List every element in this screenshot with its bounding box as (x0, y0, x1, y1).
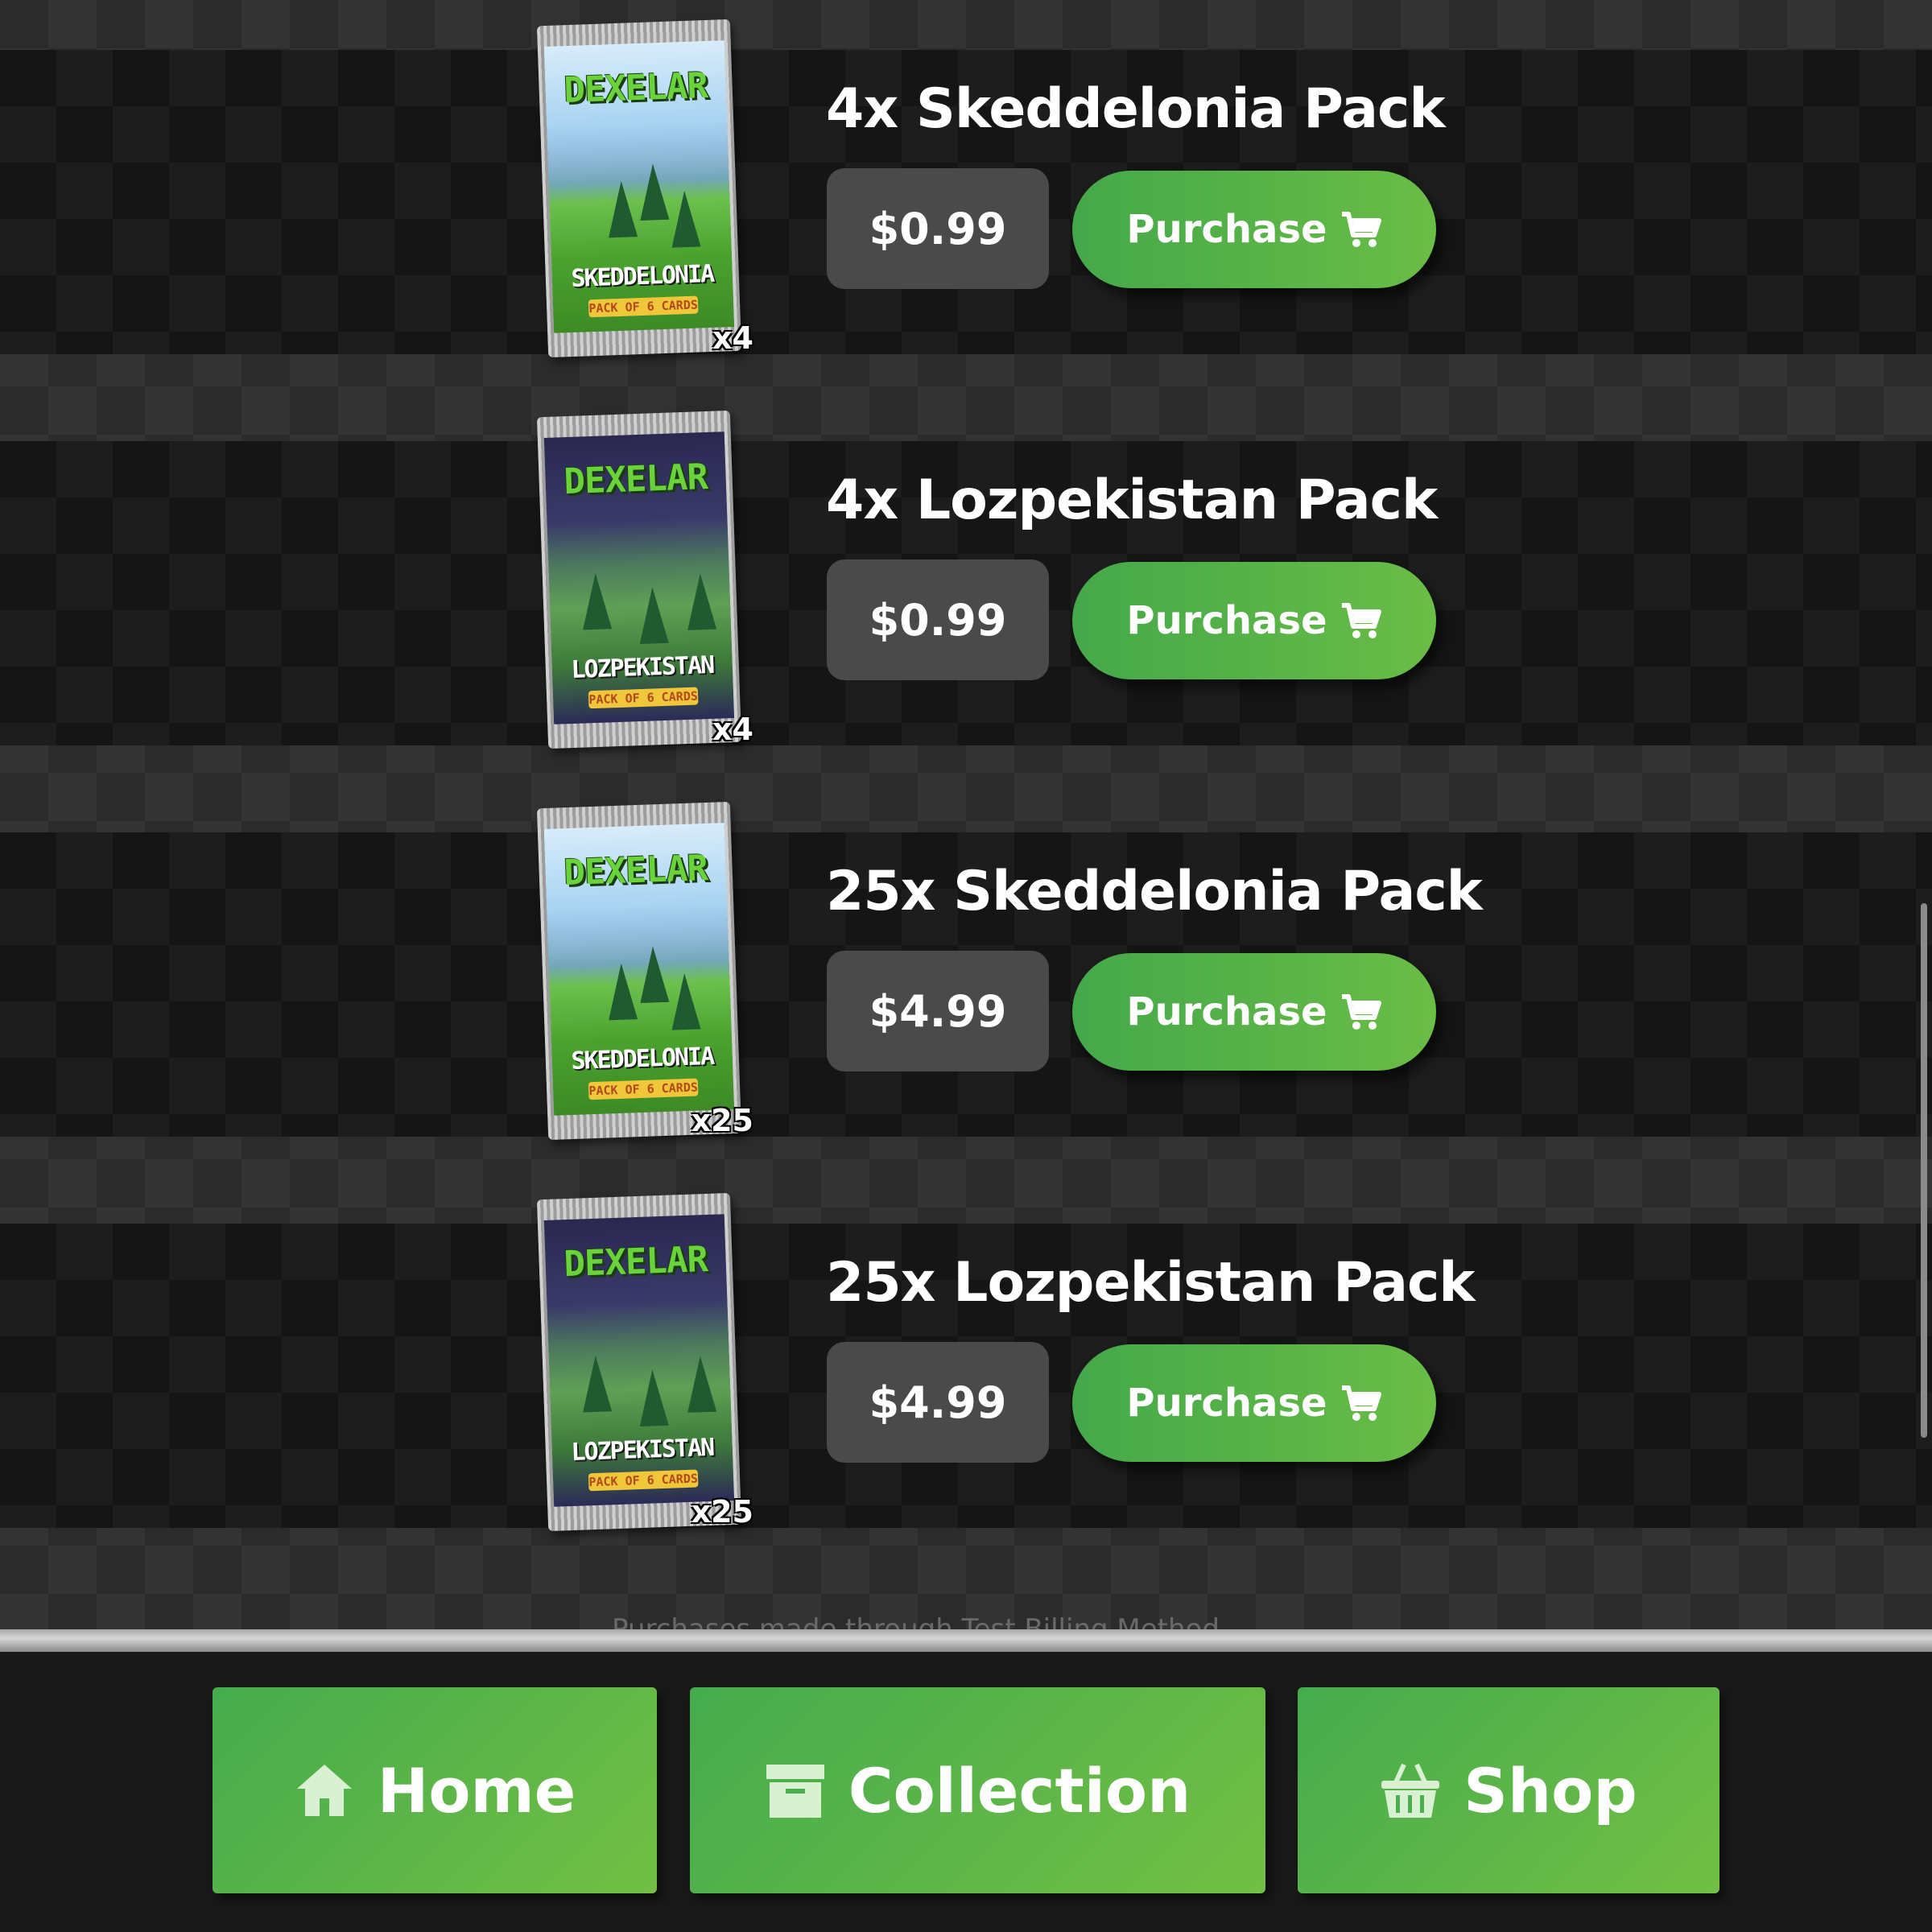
pack-wrapper: DEXELAR LOZPEKISTAN PACK OF 6 CARDS (536, 1192, 742, 1532)
cart-icon (1341, 603, 1381, 638)
tree-icon (606, 180, 638, 238)
pack-region: LOZPEKISTAN (570, 1433, 714, 1468)
pack-subtitle: PACK OF 6 CARDS (588, 687, 699, 709)
nav-home-label: Home (377, 1754, 576, 1827)
pack-brand: DEXELAR (563, 847, 708, 894)
tree-icon (670, 972, 701, 1030)
tree-icon (638, 586, 669, 645)
pack-region: SKEDDELONIA (570, 259, 714, 294)
purchase-label: Purchase (1126, 1381, 1327, 1426)
tree-icon (685, 572, 717, 630)
tree-icon (580, 1355, 613, 1413)
tree-icon (685, 1355, 717, 1413)
cart-icon (1341, 994, 1381, 1030)
pack-wrapper: DEXELAR LOZPEKISTAN PACK OF 6 CARDS (536, 410, 742, 749)
item-title: 4x Skeddelonia Pack (826, 77, 1446, 141)
pack-image: DEXELAR LOZPEKISTAN PACK OF 6 CARDS x25 (536, 1192, 753, 1534)
pack-brand: DEXELAR (563, 456, 708, 503)
pack-subtitle: PACK OF 6 CARDS (588, 1078, 699, 1100)
purchase-button[interactable]: Purchase (1072, 1344, 1436, 1462)
tree-icon (580, 572, 613, 630)
pack-brand: DEXELAR (563, 1238, 708, 1286)
tree-icon (606, 963, 638, 1021)
price-badge: $4.99 (827, 951, 1049, 1071)
shop-item-row: DEXELAR LOZPEKISTAN PACK OF 6 CARDS x4 4… (0, 410, 1932, 749)
shop-item-row: DEXELAR LOZPEKISTAN PACK OF 6 CARDS x25 … (0, 1192, 1932, 1532)
price-badge: $0.99 (827, 559, 1049, 680)
pack-subtitle: PACK OF 6 CARDS (588, 1469, 699, 1492)
tree-icon (638, 163, 670, 221)
basket-icon (1381, 1763, 1440, 1818)
price-badge: $4.99 (827, 1342, 1049, 1463)
nav-shop-label: Shop (1463, 1754, 1637, 1827)
purchase-label: Purchase (1126, 207, 1327, 252)
pack-region: SKEDDELONIA (570, 1042, 714, 1076)
shop-item-row: DEXELAR SKEDDELONIA PACK OF 6 CARDS x25 … (0, 801, 1932, 1141)
pack-wrapper: DEXELAR SKEDDELONIA PACK OF 6 CARDS (536, 19, 742, 358)
purchase-button[interactable]: Purchase (1072, 953, 1436, 1071)
pack-image: DEXELAR SKEDDELONIA PACK OF 6 CARDS x25 (536, 801, 753, 1143)
bottom-nav: Home Collection Shop (0, 1652, 1932, 1932)
scrollbar[interactable] (1921, 903, 1927, 1438)
tree-icon (638, 945, 670, 1003)
pack-quantity: x25 (691, 1494, 753, 1530)
price-badge: $0.99 (827, 168, 1049, 289)
pack-image: DEXELAR LOZPEKISTAN PACK OF 6 CARDS x4 (536, 410, 753, 752)
pack-subtitle: PACK OF 6 CARDS (588, 295, 699, 318)
tree-icon (638, 1368, 669, 1427)
pack-quantity: x4 (712, 712, 753, 747)
pack-art: DEXELAR SKEDDELONIA PACK OF 6 CARDS (543, 40, 735, 333)
nav-collection-button[interactable]: Collection (690, 1687, 1265, 1893)
purchase-button[interactable]: Purchase (1072, 562, 1436, 679)
pack-quantity: x4 (712, 320, 753, 356)
nav-divider (0, 1629, 1932, 1652)
cart-icon (1341, 212, 1381, 247)
purchase-label: Purchase (1126, 598, 1327, 643)
archive-box-icon (766, 1765, 824, 1818)
home-icon (296, 1765, 352, 1816)
pack-brand: DEXELAR (563, 64, 708, 112)
pack-quantity: x25 (691, 1103, 753, 1138)
pack-image: DEXELAR SKEDDELONIA PACK OF 6 CARDS x4 (536, 19, 753, 361)
pack-art: DEXELAR LOZPEKISTAN PACK OF 6 CARDS (543, 1214, 735, 1507)
pack-art: DEXELAR LOZPEKISTAN PACK OF 6 CARDS (543, 431, 735, 724)
nav-collection-label: Collection (848, 1754, 1191, 1827)
tree-icon (670, 190, 701, 248)
item-title: 25x Skeddelonia Pack (826, 860, 1483, 923)
pack-region: LOZPEKISTAN (570, 650, 714, 685)
cart-icon (1341, 1385, 1381, 1421)
pack-wrapper: DEXELAR SKEDDELONIA PACK OF 6 CARDS (536, 801, 742, 1141)
item-title: 4x Lozpekistan Pack (826, 469, 1438, 532)
purchase-label: Purchase (1126, 989, 1327, 1034)
nav-shop-button[interactable]: Shop (1298, 1687, 1719, 1893)
shop-item-row: DEXELAR SKEDDELONIA PACK OF 6 CARDS x4 4… (0, 19, 1932, 358)
nav-home-button[interactable]: Home (213, 1687, 657, 1893)
item-title: 25x Lozpekistan Pack (826, 1251, 1475, 1315)
purchase-button[interactable]: Purchase (1072, 171, 1436, 288)
pack-art: DEXELAR SKEDDELONIA PACK OF 6 CARDS (543, 823, 735, 1116)
